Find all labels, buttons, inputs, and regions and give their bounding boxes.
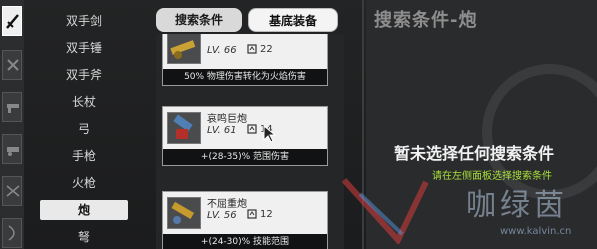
category-crossbow[interactable]: 弩: [40, 227, 128, 247]
base-item-list: LV. 66 22 50% 物理伤害转化为火焰伤害 哀鸣巨炮 LV. 61 +(…: [156, 34, 344, 249]
slot-icon: [247, 124, 257, 134]
tab-base-equipment[interactable]: 基底装备: [248, 8, 338, 32]
item-thumbnail: [167, 112, 201, 144]
item-name: 哀鸣巨炮: [207, 114, 247, 125]
slot-icon: [247, 44, 257, 54]
panel-title: 搜索条件-炮: [374, 10, 478, 31]
item-effect: +(24-30)% 技能范围: [163, 234, 327, 249]
category-two-hand-axe[interactable]: 双手斧: [40, 65, 128, 85]
item-effect: +(28-35)% 范围伤害: [163, 149, 327, 165]
item-thumbnail: [167, 34, 201, 64]
watermark-logo-icon: [341, 177, 429, 244]
rail-cannon-button[interactable]: [2, 134, 22, 164]
cancel-icon: [7, 59, 19, 71]
watermark-text: 咖绿茵: [466, 188, 568, 223]
item-thumbnail: [167, 197, 201, 229]
cannon-icon: [173, 114, 193, 139]
item-slot-count: 12: [260, 209, 273, 220]
sword-icon: [6, 14, 19, 29]
crossbow-icon: [6, 185, 20, 197]
rail-crossbow-button[interactable]: [2, 176, 22, 206]
item-slots: 22: [247, 44, 273, 55]
empty-state-message: 暂未选择任何搜索条件: [394, 144, 555, 163]
item-name: 不屈重炮: [207, 199, 247, 210]
slot-icon: [247, 209, 257, 219]
item-slot-count: 22: [260, 44, 273, 55]
rail-extra-button[interactable]: [2, 218, 22, 248]
item-card[interactable]: 哀鸣巨炮 LV. 61 14 +(28-35)% 范围伤害: [162, 106, 328, 166]
search-tabs: 搜索条件 基底装备: [156, 8, 338, 32]
left-icon-rail: [0, 0, 24, 249]
category-cannon[interactable]: 炮: [40, 200, 128, 220]
cannon-icon: [170, 40, 196, 59]
cannon-icon: [7, 147, 19, 156]
item-level: LV. 61: [207, 125, 237, 136]
category-staff[interactable]: 长杖: [40, 92, 128, 112]
category-two-hand-sword[interactable]: 双手剑: [40, 11, 128, 31]
gun-icon: [7, 104, 19, 113]
category-pistol[interactable]: 手枪: [40, 146, 128, 166]
category-musket[interactable]: 火枪: [40, 173, 128, 193]
cursor-icon: [263, 125, 277, 143]
app-root: 双手剑 双手锤 双手斧 长杖 弓 手枪 火枪 炮 弩 搜索条件 基底装备 LV.…: [0, 0, 597, 249]
rail-cancel-button[interactable]: [2, 50, 22, 80]
rail-gun-button[interactable]: [2, 92, 22, 122]
bow-icon: [8, 225, 15, 241]
item-card[interactable]: 不屈重炮 LV. 56 12 +(24-30)% 技能范围: [162, 191, 328, 249]
item-level: LV. 66: [207, 45, 237, 56]
category-bow[interactable]: 弓: [40, 119, 128, 139]
item-effect: 50% 物理伤害转化为火焰伤害: [163, 69, 327, 85]
cannon-icon: [171, 201, 195, 224]
tab-search-conditions[interactable]: 搜索条件: [156, 8, 242, 32]
item-slots: 12: [247, 209, 273, 220]
category-two-hand-hammer[interactable]: 双手锤: [40, 38, 128, 58]
rail-sword-button[interactable]: [2, 6, 22, 36]
item-level: LV. 56: [207, 210, 237, 221]
item-card[interactable]: LV. 66 22 50% 物理伤害转化为火焰伤害: [162, 34, 328, 86]
watermark-url: www.kalvin.cn: [500, 226, 572, 237]
